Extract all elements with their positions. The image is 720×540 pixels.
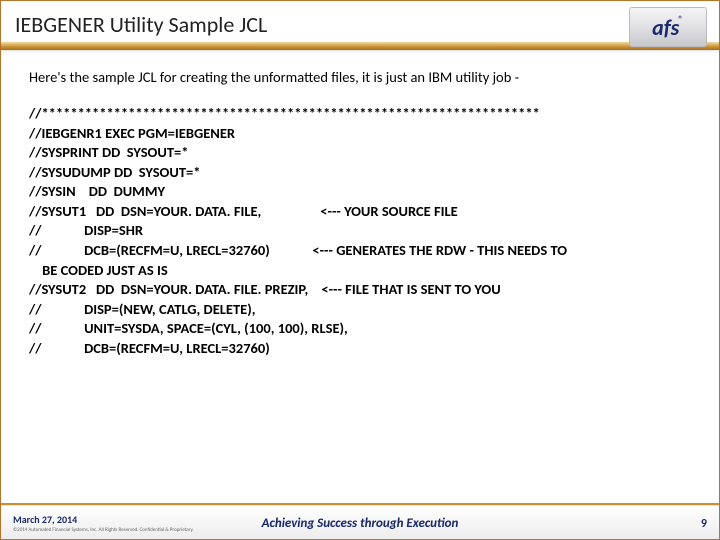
footer-area: March 27, 2014 ©2014 Automated Financial… (1, 505, 719, 539)
footer-copyright: ©2014 Automated Financial Systems, Inc. … (13, 528, 194, 533)
page-number: 9 (701, 517, 707, 531)
header-divider (1, 42, 719, 50)
footer-tagline: Achieving Success through Execution (262, 516, 459, 531)
slide-title: IEBGENER Utility Sample JCL (15, 11, 705, 38)
registered-icon: ® (678, 14, 683, 25)
intro-text: Here's the sample JCL for creating the u… (29, 68, 691, 86)
afs-logo: afs® (629, 7, 707, 47)
footer-left: March 27, 2014 ©2014 Automated Financial… (13, 513, 194, 533)
logo-text: afs (652, 14, 679, 41)
footer-date: March 27, 2014 (13, 513, 194, 526)
content-area: Here's the sample JCL for creating the u… (1, 50, 719, 358)
slide-container: IEBGENER Utility Sample JCL afs® Here's … (0, 0, 720, 540)
jcl-code-block: //**************************************… (29, 104, 691, 358)
header-area: IEBGENER Utility Sample JCL (1, 1, 719, 42)
